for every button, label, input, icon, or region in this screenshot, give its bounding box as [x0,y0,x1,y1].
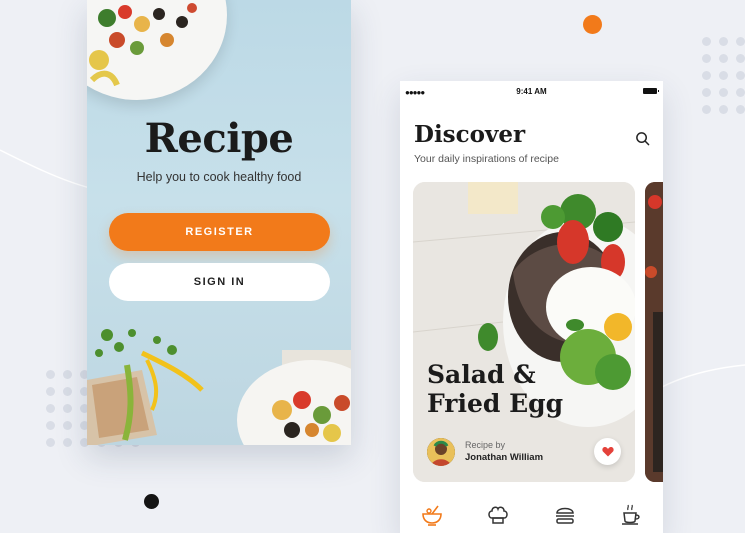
recipe-by-label: Recipe by [465,440,506,450]
search-icon[interactable] [635,131,650,146]
tab-bowl-icon[interactable] [420,503,444,527]
author-avatar[interactable] [427,438,455,466]
tagline: Help you to cook healthy food [136,170,302,184]
status-time: 9:41 AM [516,87,547,96]
app-brand-title: Recipe [144,115,294,162]
next-recipe-card-peek[interactable] [645,182,663,482]
decorative-dot-grid-right [702,37,745,114]
page-title: Discover [414,121,526,148]
decorative-curve-left [0,149,90,189]
heart-icon [601,447,614,457]
food-illustration-top [89,3,197,87]
page-subtitle: Your daily inspirations of recipe [414,153,559,165]
register-button[interactable]: REGISTER [109,213,330,251]
discover-screen: ●●●●● 9:41 AM Discover Your daily inspir… [400,81,663,533]
author-name[interactable]: Jonathan William [465,452,543,463]
tab-coffee-icon[interactable] [619,503,643,527]
tab-chef-hat-icon[interactable] [486,503,510,527]
decorative-black-dot [144,494,159,509]
recipe-card-footer: Recipe by Jonathan William [413,430,635,482]
decorative-orange-dot [583,15,602,34]
decorative-curve-right [660,364,745,389]
recipe-title: Salad & Fried Egg [427,360,564,418]
bottom-tab-bar [400,501,663,531]
tab-burger-icon[interactable] [553,503,577,527]
battery-icon [643,88,659,94]
favorite-button[interactable] [594,438,621,465]
sign-in-button[interactable]: SIGN IN [109,263,330,301]
recipe-card[interactable]: Salad & Fried Egg Recipe by Jonathan Wil… [413,182,635,482]
onboarding-screen: Recipe Help you to cook healthy food REG… [87,0,351,445]
status-bar: ●●●●● 9:41 AM [400,85,663,99]
food-illustration-bottom [87,329,351,445]
